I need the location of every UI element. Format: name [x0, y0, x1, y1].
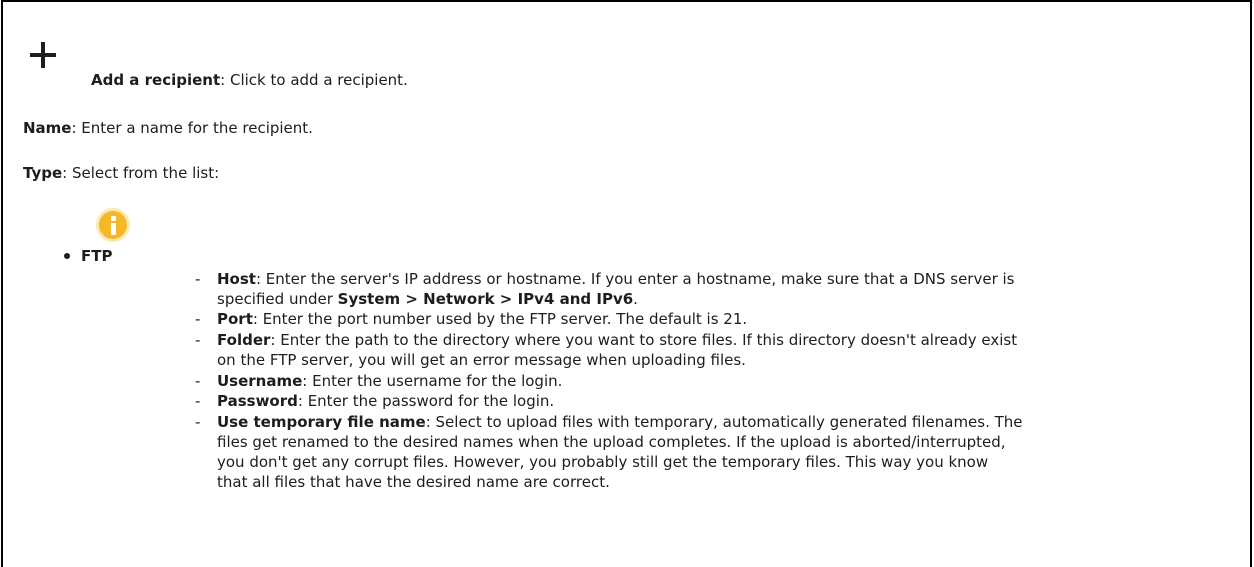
dash: -	[195, 270, 201, 288]
password-item: Password: Enter the password for the log…	[217, 392, 555, 410]
plus-icon[interactable]	[30, 42, 56, 68]
add-recipient-line: Add a recipient: Click to add a recipien…	[91, 71, 408, 89]
folder-item: Folder: Enter the path to the directory …	[217, 331, 1018, 369]
port-item: Port: Enter the port number used by the …	[217, 310, 748, 328]
host-item: Host: Enter the server's IP address or h…	[217, 270, 1015, 308]
dash: -	[195, 413, 201, 431]
ftp-label: FTP	[81, 247, 113, 265]
temp-file-item: Use temporary file name: Select to uploa…	[217, 413, 1023, 491]
dash: -	[195, 372, 201, 390]
dash: -	[195, 392, 201, 410]
bullet-icon	[64, 253, 70, 259]
username-item: Username: Enter the username for the log…	[217, 372, 563, 390]
info-icon	[96, 208, 130, 242]
ftp-section: FTP - Host: Enter the server's IP addres…	[0, 133, 1254, 567]
dash: -	[195, 310, 201, 328]
dash: -	[195, 331, 201, 349]
